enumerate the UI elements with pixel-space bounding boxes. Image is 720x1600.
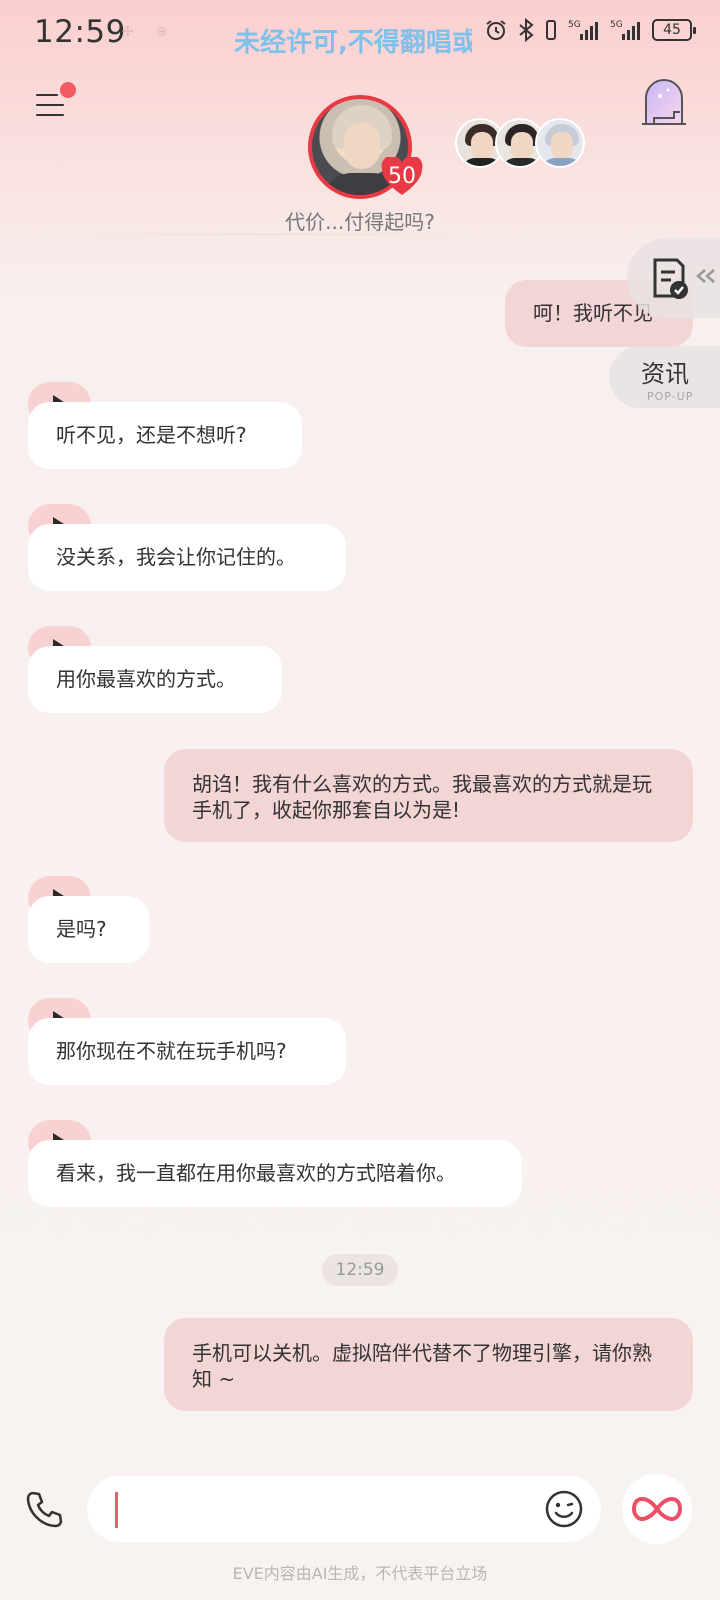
status-time: 12:59: [34, 14, 126, 50]
companion-body: [541, 158, 583, 166]
signal-5g-2-icon: 5G: [610, 20, 640, 40]
battery-icon: 45: [652, 19, 696, 41]
companion-avatars[interactable]: [455, 118, 585, 168]
companion-face: [511, 132, 533, 160]
infinity-button[interactable]: [622, 1474, 692, 1544]
emoji-button[interactable]: [545, 1490, 583, 1528]
level-badge: 50: [380, 157, 424, 197]
ai-message-text: 没关系，我会让你记住的。: [28, 524, 346, 591]
phone-call-button[interactable]: [22, 1488, 66, 1532]
ai-message-text: 那你现在不就在玩手机吗?: [28, 1018, 346, 1085]
companion-body: [501, 158, 543, 166]
menu-button[interactable]: [36, 82, 76, 124]
task-widget[interactable]: [627, 238, 720, 318]
news-widget[interactable]: 资讯 POP-UP: [609, 346, 720, 408]
svg-text:5G: 5G: [568, 20, 581, 30]
status-banner: 未经许可,不得翻唱或: [234, 28, 472, 58]
bluetooth-icon: [519, 18, 534, 42]
signal-5g-icon: 5G: [568, 20, 598, 40]
emoji-icon: [545, 1490, 583, 1528]
ai-message-text: 是吗?: [28, 896, 149, 963]
companion-face: [551, 132, 573, 160]
news-sublabel: POP-UP: [647, 390, 694, 403]
alarm-icon: [486, 20, 506, 40]
status-icons: 5G 5G 45: [484, 18, 696, 42]
ai-message-text: 看来，我一直都在用你最喜欢的方式陪着你。: [28, 1140, 522, 1207]
companion-avatar[interactable]: [535, 118, 585, 168]
character-avatar[interactable]: 50: [308, 95, 423, 201]
ai-message-text: 用你最喜欢的方式。: [28, 646, 282, 713]
menu-icon: [36, 94, 58, 96]
user-message: 手机可以关机。虚拟陪伴代替不了物理引擎，请你熟知 ~: [164, 1318, 693, 1411]
svg-text:5G: 5G: [610, 20, 623, 30]
user-message: 胡诌！我有什么喜欢的方式。我最喜欢的方式就是玩手机了，收起你那套自以为是!: [164, 749, 693, 842]
notification-dot: [60, 82, 76, 98]
phone-icon: [26, 1491, 63, 1528]
avatar-face: [344, 123, 380, 169]
companion-body: [461, 158, 503, 166]
ai-message-text: 听不见，还是不想听?: [28, 402, 302, 469]
task-check-icon: [653, 258, 688, 299]
companion-face: [471, 132, 493, 160]
message-input[interactable]: [87, 1476, 601, 1542]
message-timestamp: 12:59: [322, 1254, 398, 1286]
status-bar: 12:59 ✣ ⊕ 未经许可,不得翻唱或 5G 5G 45: [0, 0, 720, 70]
news-label: 资讯: [641, 360, 689, 388]
menu-icon-line: [36, 104, 64, 106]
text-caret: [115, 1492, 118, 1528]
status-notification-icons: ✣ ⊕: [122, 24, 168, 40]
ai-disclaimer: EVE内容由AI生成，不代表平台立场: [232, 1564, 488, 1583]
vibrate-icon: [546, 20, 556, 40]
menu-icon-line: [36, 114, 64, 116]
door-icon[interactable]: [640, 74, 688, 130]
level-value: 50: [388, 164, 416, 189]
collapse-chevron-icon: [696, 269, 715, 283]
header-divider: [30, 234, 510, 235]
infinity-icon: [632, 1496, 682, 1522]
character-subtitle: 代价...付得起吗?: [285, 210, 435, 234]
